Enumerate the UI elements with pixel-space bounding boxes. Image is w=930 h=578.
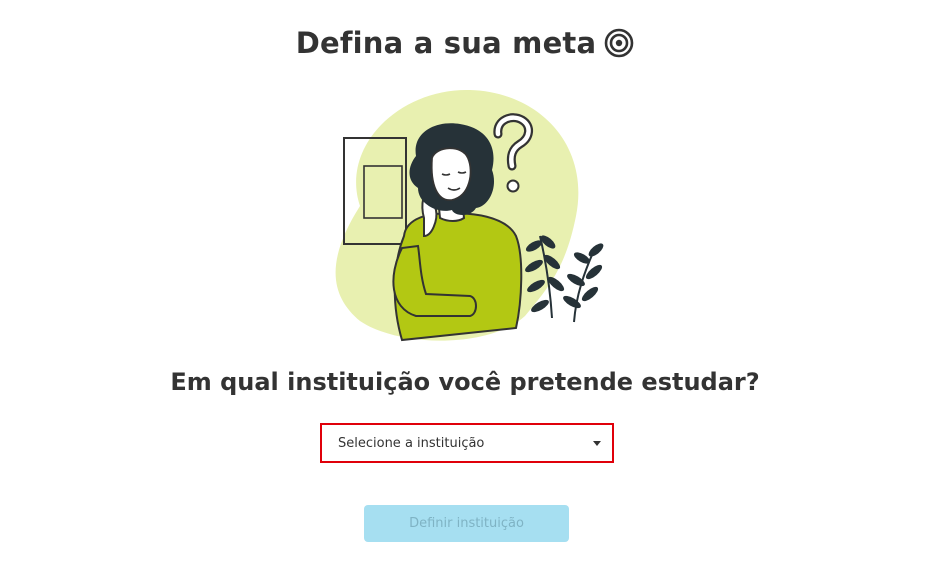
institution-question: Em qual instituição você pretende estuda… — [170, 368, 760, 396]
face — [430, 147, 472, 201]
title-row: Defina a sua meta — [0, 26, 930, 60]
goal-setting-page: Defina a sua meta Em qual instituição vo… — [0, 0, 930, 578]
chevron-down-icon — [593, 440, 601, 446]
woman-thinking-illustration — [335, 89, 604, 342]
page-title: Defina a sua meta — [295, 26, 597, 60]
institution-select-placeholder: Selecione a instituição — [338, 435, 485, 451]
institution-select[interactable]: Selecione a instituição — [320, 423, 614, 463]
target-icon — [604, 28, 634, 58]
define-institution-button[interactable]: Definir instituição — [364, 505, 569, 542]
